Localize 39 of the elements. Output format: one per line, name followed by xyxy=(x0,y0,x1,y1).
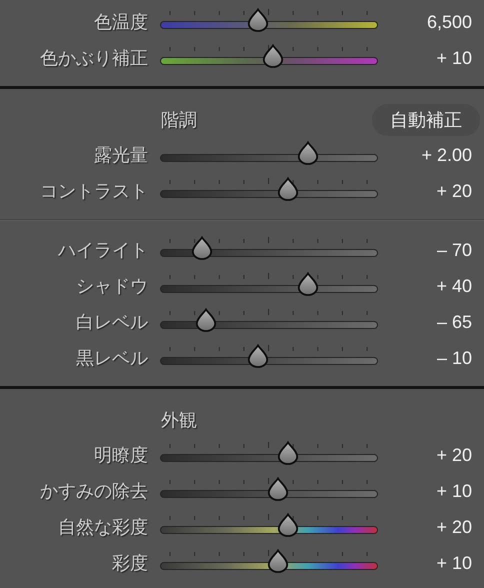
slider-value: + 10 xyxy=(435,552,473,574)
slider-label: 黒レベル xyxy=(75,347,148,370)
slider-label: ハイライト xyxy=(57,239,148,262)
slider-value: + 10 xyxy=(435,480,473,502)
slider-label: 彩度 xyxy=(111,552,148,575)
slider-thumb[interactable] xyxy=(191,236,214,260)
auto-button[interactable]: 自動補正 xyxy=(372,104,480,136)
slider-thumb[interactable] xyxy=(277,513,300,537)
slider-label: 色温度 xyxy=(93,11,148,34)
slider-value: + 20 xyxy=(435,444,473,466)
slider-value: + 40 xyxy=(435,276,473,296)
slider-label: 白レベル xyxy=(75,311,148,334)
slider-thumb[interactable] xyxy=(296,141,319,165)
slider-value: + 20 xyxy=(435,516,473,538)
slider-label: 明瞭度 xyxy=(93,444,148,467)
slider-thumb[interactable] xyxy=(277,441,300,465)
slider-value: + 2.00 xyxy=(420,144,473,166)
slider-value: – 65 xyxy=(436,312,473,332)
slider-value: + 10 xyxy=(435,48,473,68)
slider-label: かすみの除去 xyxy=(39,480,148,503)
slider-thumb[interactable] xyxy=(266,549,289,573)
section-title: 階調 xyxy=(161,109,197,132)
slider-thumb[interactable] xyxy=(266,477,289,501)
slider-label: 自然な彩度 xyxy=(57,516,148,539)
slider-thumb[interactable] xyxy=(247,344,270,368)
slider-thumb[interactable] xyxy=(262,44,284,68)
slider-thumb[interactable] xyxy=(247,8,270,32)
slider-label: シャドウ xyxy=(75,275,148,298)
slider-label: 露光量 xyxy=(93,144,148,167)
slider-label: コントラスト xyxy=(39,180,148,203)
slider-thumb[interactable] xyxy=(277,177,300,201)
slider-value: + 20 xyxy=(435,180,473,202)
slider-value: – 70 xyxy=(436,240,473,260)
slider-label: 色かぶり補正 xyxy=(39,47,148,70)
section-title: 外観 xyxy=(161,409,197,432)
slider-value: 6,500 xyxy=(426,12,473,32)
slider-thumb[interactable] xyxy=(195,308,218,332)
slider-value: – 10 xyxy=(436,348,473,368)
slider-thumb[interactable] xyxy=(296,272,319,296)
